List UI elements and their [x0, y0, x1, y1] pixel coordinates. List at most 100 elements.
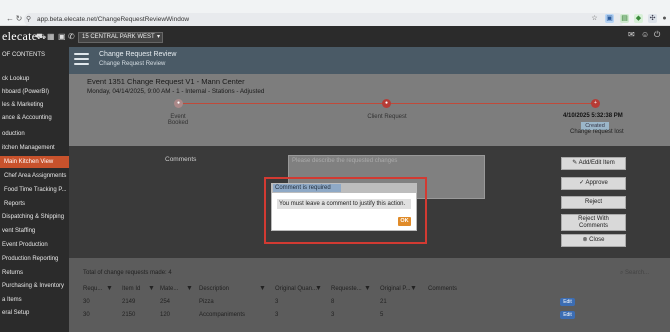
step-label: Change request lost	[570, 129, 624, 135]
sidebar-item-dashboard[interactable]: hboard (PowerBI)	[0, 86, 69, 98]
mail-icon[interactable]: ✉	[628, 30, 635, 39]
table-cell: 21	[380, 299, 387, 305]
filter-icon[interactable]: ▼	[315, 284, 322, 294]
table-cell: 2150	[122, 312, 136, 318]
app-logo: elecate	[2, 29, 38, 43]
sidebar-item-food-time[interactable]: Food Time Tracking P...	[0, 184, 69, 196]
column-header[interactable]: Item Id	[122, 284, 140, 294]
reject-button[interactable]: Reject	[561, 196, 626, 209]
approve-button[interactable]: ✓ Approve	[561, 177, 626, 190]
menu-icon[interactable]	[74, 53, 89, 67]
logout-icon[interactable]: ⏻	[654, 30, 660, 40]
status-date: 4/10/2025 5:32:38 PM	[563, 113, 623, 119]
calendar-icon[interactable]: ▦	[47, 32, 55, 41]
reject-with-comments-button[interactable]: Reject With Comments	[561, 214, 626, 231]
sidebar-item-purchasing[interactable]: Purchasing & Inventory	[0, 280, 69, 292]
extension-icon[interactable]: ▤	[620, 14, 629, 23]
sidebar-item-returns[interactable]: Returns	[0, 267, 69, 279]
filter-icon[interactable]: ▼	[186, 284, 193, 294]
table-cell: 8	[331, 299, 335, 305]
chevron-down-icon: ▾	[156, 34, 160, 40]
table-cell: 120	[160, 312, 171, 318]
step-label: Event Booked	[167, 114, 189, 126]
add-edit-item-button[interactable]: ✎ Add/Edit Item	[561, 157, 626, 170]
sidebar-item-event-staffing[interactable]: vent Staffing	[0, 225, 69, 237]
venue-select-value: 15 CENTRAL PARK WEST	[82, 34, 155, 40]
table-cell: 3	[275, 299, 279, 305]
column-header[interactable]: Original P...	[380, 284, 411, 294]
column-header[interactable]: Requeste...	[331, 284, 362, 294]
event-details: Monday, 04/14/2025, 9:00 AM - 1 - Intern…	[87, 88, 265, 95]
filter-icon[interactable]: ▼	[148, 284, 155, 294]
sidebar-item-general-setup[interactable]: eral Setup	[0, 307, 69, 319]
sidebar-item-chef-areas[interactable]: Chef Area Assignments	[0, 170, 69, 182]
extension-icon[interactable]: ◆	[634, 14, 643, 23]
address-bar-url: app.beta.elecate.net/ChangeRequestReview…	[37, 15, 190, 23]
table-cell: 3	[275, 312, 279, 318]
sidebar-item-reports[interactable]: Reports	[0, 198, 69, 210]
phone-icon[interactable]: ✆	[68, 32, 75, 41]
column-header[interactable]: Requ...	[83, 284, 102, 294]
table-cell: Accompaniments	[199, 312, 246, 318]
table-cell: 254	[160, 299, 171, 305]
table-cell: 5	[380, 312, 384, 318]
dialog-ok-button[interactable]: OK	[398, 217, 411, 226]
extensions-puzzle-icon[interactable]: ✣	[648, 14, 657, 23]
extension-icon[interactable]: ▣	[605, 14, 614, 23]
table-cell: 30	[83, 299, 90, 305]
comments-label: Comments	[165, 156, 197, 163]
filter-icon[interactable]: ▼	[259, 284, 266, 294]
sidebar-item-contents[interactable]: OF CONTENTS	[0, 49, 69, 61]
sidebar-item-event-production[interactable]: Event Production	[0, 239, 69, 251]
step-label: Client Request	[367, 114, 407, 120]
column-header[interactable]: Comments	[428, 284, 457, 294]
table-cell: 2149	[122, 299, 136, 305]
sidebar-item-dispatching[interactable]: Dispatching & Shipping	[0, 211, 69, 223]
reject-with-comments-label: Comments	[578, 223, 608, 229]
dialog-title: Comment is required	[273, 184, 341, 192]
user-icon[interactable]: ☺	[641, 30, 649, 39]
table-cell: 3	[331, 312, 335, 318]
total-requests: Total of change requests made: 4	[83, 270, 172, 276]
dialog-message: You must leave a comment to justify this…	[277, 199, 411, 209]
bookmark-star-icon[interactable]: ☆	[590, 14, 599, 23]
site-info-icon[interactable]: ⚲	[26, 15, 31, 23]
sidebar-item-sales[interactable]: les & Marketing	[0, 99, 69, 111]
approve-label: Approve	[585, 180, 608, 186]
save-icon[interactable]: ▣	[58, 32, 66, 41]
column-header[interactable]: Original Quan...	[275, 284, 317, 294]
step-client-request-icon: ●	[382, 99, 391, 108]
filter-icon[interactable]: ▼	[364, 284, 371, 294]
filter-icon[interactable]: ▼	[410, 284, 417, 294]
sidebar-item-main-kitchen-view[interactable]: Main Kitchen View	[0, 156, 69, 168]
table-search[interactable]: ⌕ Search...	[620, 270, 649, 277]
table-cell: 30	[83, 312, 90, 318]
table-cell: Pizza	[199, 299, 214, 305]
column-header[interactable]: Description	[199, 284, 229, 294]
close-button[interactable]: ⊗ Close	[561, 234, 626, 247]
sidebar-item-production-reporting[interactable]: Production Reporting	[0, 253, 69, 265]
venue-select[interactable]: 15 CENTRAL PARK WEST ▾	[78, 32, 163, 43]
column-header[interactable]: Mate...	[160, 284, 178, 294]
edit-row-button[interactable]: Edit	[560, 311, 575, 319]
page-subtitle: Change Request Review	[99, 61, 166, 67]
add-edit-item-label: Add/Edit Item	[578, 160, 615, 166]
edit-row-button[interactable]: Edit	[560, 298, 575, 306]
close-label: Close	[589, 237, 605, 243]
event-title: Event 1351 Change Request V1 - Mann Cent…	[87, 77, 245, 86]
profile-icon[interactable]: ●	[660, 14, 669, 23]
sidebar-item-finance[interactable]: ance & Accounting	[0, 112, 69, 124]
truck-icon[interactable]: ⛟	[36, 32, 46, 42]
page-title: Change Request Review	[99, 51, 177, 58]
filter-icon[interactable]: ▼	[106, 284, 113, 294]
sidebar-item-lookup[interactable]: ck Lookup	[0, 73, 69, 85]
step-event-booked-icon: ●	[174, 99, 183, 108]
sidebar-item-kitchen-management[interactable]: itchen Management	[0, 142, 69, 154]
reload-icon[interactable]: ↻	[14, 14, 24, 24]
sidebar: OF CONTENTS ck Lookup hboard (PowerBI) l…	[0, 47, 69, 332]
step-change-request-icon: +	[591, 99, 600, 108]
sidebar-item-items[interactable]: a Items	[0, 294, 69, 306]
sidebar-item-production[interactable]: oduction	[0, 128, 69, 140]
table-search-placeholder: Search...	[625, 270, 650, 276]
reject-with-comments-label: Reject With	[578, 216, 609, 222]
